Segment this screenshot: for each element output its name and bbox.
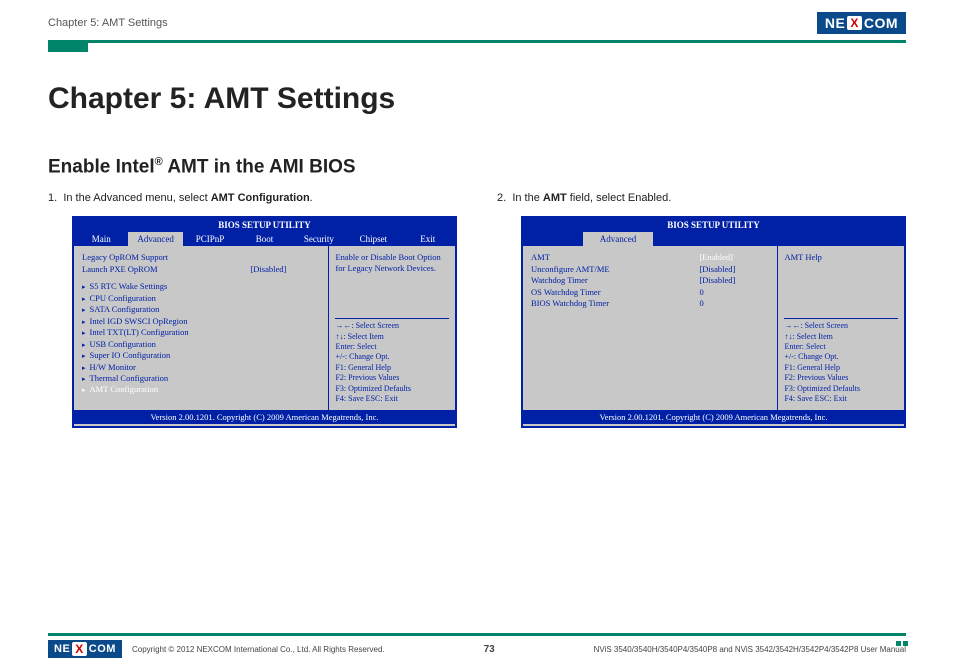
footer-logo: NEXCOM	[48, 640, 122, 658]
section-title: Enable Intel® AMT in the AMI BIOS	[48, 156, 906, 178]
bios-right-pane: AMT Help →←: Select Screen↑↓: Select Ite…	[778, 246, 904, 410]
bios-menu-item: USB Configuration	[82, 339, 320, 350]
logo: NE X COM	[817, 12, 906, 34]
bios-menu-item: Super IO Configuration	[82, 350, 320, 361]
bios-right-pane: Enable or Disable Boot Option for Legacy…	[329, 246, 455, 410]
bios-tab-boot: Boot	[237, 232, 291, 246]
bios-tab-spacer	[523, 232, 583, 246]
column-left: 1. In the Advanced menu, select AMT Conf…	[48, 192, 457, 428]
logo-x-icon: X	[847, 16, 862, 30]
bios-menu-item: H/W Monitor	[82, 362, 320, 373]
bios-screenshot-2: BIOS SETUP UTILITY Advanced AMT[Enabled]…	[521, 216, 906, 428]
bios-setting-row: Watchdog Timer[Disabled]	[531, 275, 769, 286]
bios-tab-pcipnp: PCIPnP	[183, 232, 237, 246]
bios-help-top: Enable or Disable Boot Option for Legacy…	[335, 252, 449, 274]
content: Chapter 5: AMT Settings Enable Intel® AM…	[0, 52, 954, 428]
bios-title: BIOS SETUP UTILITY	[74, 218, 455, 232]
header-rule	[48, 40, 906, 43]
bios-menu-item-selected: AMT Configuration	[82, 384, 320, 395]
bios-left-pane: AMT[Enabled]Unconfigure AMT/ME[Disabled]…	[523, 246, 778, 410]
header-chapter: Chapter 5: AMT Settings	[48, 17, 168, 29]
footer-models: NViS 3540/3540H/3540P4/3540P8 and NViS 3…	[594, 645, 906, 654]
bios-tabs: MainAdvancedPCIPnPBootSecurityChipsetExi…	[74, 232, 455, 246]
bios-tab-advanced: Advanced	[128, 232, 182, 246]
step-1: 1. In the Advanced menu, select AMT Conf…	[48, 192, 457, 204]
bios-help-keys: →←: Select Screen↑↓: Select ItemEnter: S…	[335, 316, 449, 404]
page-header: Chapter 5: AMT Settings NE X COM	[0, 0, 954, 38]
footer-rule	[48, 633, 906, 636]
copyright: Copyright © 2012 NEXCOM International Co…	[132, 645, 385, 654]
bios-setting-row: BIOS Watchdog Timer0	[531, 298, 769, 309]
bios-tab-advanced: Advanced	[583, 232, 653, 246]
column-right: 2. In the AMT field, select Enabled. BIO…	[497, 192, 906, 428]
bios-left-pane: Legacy OpROM SupportLaunch PXE OpROM[Dis…	[74, 246, 329, 410]
bios-footer: Version 2.00.1201. Copyright (C) 2009 Am…	[523, 410, 904, 424]
logo-box: NE X COM	[817, 12, 906, 34]
bios-menu-item: S5 RTC Wake Settings	[82, 281, 320, 292]
bios-tab-chipset: Chipset	[346, 232, 400, 246]
bios-tab-main: Main	[74, 232, 128, 246]
bios-tab-security: Security	[292, 232, 346, 246]
page-title: Chapter 5: AMT Settings	[48, 82, 906, 116]
bios-footer: Version 2.00.1201. Copyright (C) 2009 Am…	[74, 410, 455, 424]
bios-tab-exit: Exit	[401, 232, 455, 246]
bios-setting-row: OS Watchdog Timer0	[531, 287, 769, 298]
page-footer: NEXCOM Copyright © 2012 NEXCOM Internati…	[48, 633, 906, 658]
bios-body: Legacy OpROM SupportLaunch PXE OpROM[Dis…	[74, 246, 455, 410]
bios-tabs: Advanced	[523, 232, 904, 246]
bios-setting-row: Unconfigure AMT/ME[Disabled]	[531, 264, 769, 275]
bios-screenshot-1: BIOS SETUP UTILITY MainAdvancedPCIPnPBoo…	[72, 216, 457, 428]
bios-setting-row: AMT[Enabled]	[531, 252, 769, 263]
bios-body: AMT[Enabled]Unconfigure AMT/ME[Disabled]…	[523, 246, 904, 410]
bios-title: BIOS SETUP UTILITY	[523, 218, 904, 232]
bios-menu-item: Intel TXT(LT) Configuration	[82, 327, 320, 338]
page-number: 73	[484, 644, 495, 655]
bios-help-top: AMT Help	[784, 252, 898, 263]
bios-menu-item: SATA Configuration	[82, 304, 320, 315]
footer-row: NEXCOM Copyright © 2012 NEXCOM Internati…	[48, 640, 906, 658]
bios-menu-item: CPU Configuration	[82, 293, 320, 304]
bios-menu-item: Thermal Configuration	[82, 373, 320, 384]
bios-help-keys: →←: Select Screen↑↓: Select ItemEnter: S…	[784, 316, 898, 404]
columns: 1. In the Advanced menu, select AMT Conf…	[48, 192, 906, 428]
accent-bar	[48, 42, 88, 52]
bios-tab-spacer	[653, 232, 904, 246]
bios-menu-item: Intel IGD SWSCI OpRegion	[82, 316, 320, 327]
step-2: 2. In the AMT field, select Enabled.	[497, 192, 906, 204]
